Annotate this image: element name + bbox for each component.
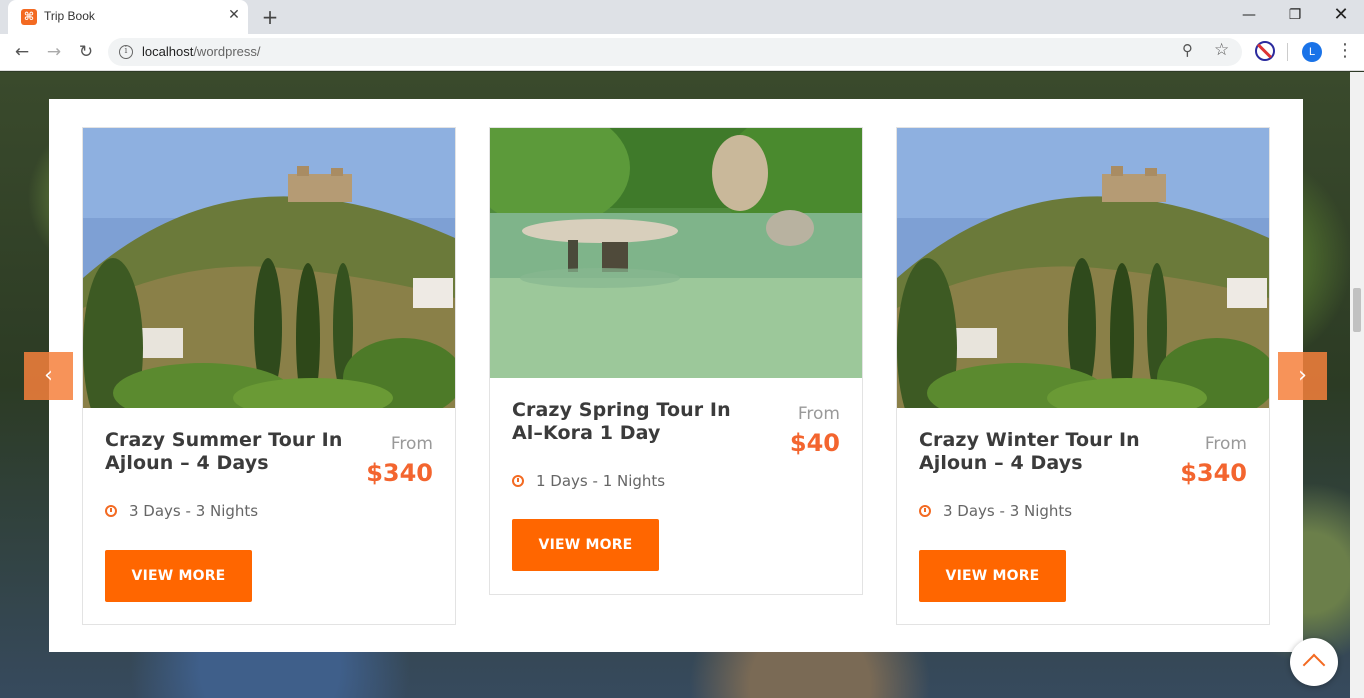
tour-card[interactable]: Crazy Winter Tour In Ajloun – 4 Days Fro… (896, 127, 1270, 625)
duration-text: 3 Days - 3 Nights (943, 502, 1073, 520)
tour-price: $340 (1180, 459, 1247, 487)
clock-icon (512, 475, 524, 487)
tour-title[interactable]: Crazy Summer Tour In Ajloun – 4 Days (105, 429, 345, 475)
new-tab-icon[interactable]: + (258, 5, 282, 29)
window-close-icon[interactable]: ✕ (1318, 0, 1364, 30)
zoom-icon[interactable]: ⚲ (1182, 41, 1193, 59)
tour-title[interactable]: Crazy Winter Tour In Ajloun – 4 Days (919, 429, 1159, 475)
browser-tabstrip: ⌘ Trip Book ✕ + — ❐ ✕ (0, 0, 1364, 34)
from-label: From (390, 434, 433, 454)
url-text[interactable]: localhost/wordpress/ (142, 44, 261, 59)
reload-icon[interactable]: ↻ (74, 40, 98, 64)
minimize-icon[interactable]: — (1226, 0, 1272, 30)
browser-toolbar: ← → ↻ i localhost/wordpress/ ⚲ ☆ L ⋮ (0, 34, 1364, 71)
address-bar[interactable]: i localhost/wordpress/ ⚲ ☆ (108, 38, 1242, 66)
scroll-to-top-button[interactable] (1290, 638, 1338, 686)
tour-card[interactable]: Crazy Spring Tour In Al–Kora 1 Day From … (489, 127, 863, 595)
clock-icon (919, 505, 931, 517)
tour-price: $340 (366, 459, 433, 487)
tour-duration: 3 Days - 3 Nights (105, 502, 258, 520)
tour-image-castle-hill[interactable] (897, 128, 1269, 408)
url-path: /wordpress/ (193, 44, 261, 59)
forward-arrow-icon[interactable]: → (42, 40, 66, 64)
view-more-button[interactable]: VIEW MORE (512, 519, 659, 571)
url-host: localhost (142, 44, 194, 59)
river-stone-table-illustration (490, 128, 862, 378)
scrollbar-thumb[interactable] (1353, 288, 1361, 332)
tour-card[interactable]: Crazy Summer Tour In Ajloun – 4 Days Fro… (82, 127, 456, 625)
from-label: From (797, 404, 840, 424)
castle-hill-illustration (897, 128, 1269, 408)
clock-icon (105, 505, 117, 517)
tour-duration: 1 Days - 1 Nights (512, 472, 665, 490)
view-more-button[interactable]: VIEW MORE (105, 550, 252, 602)
tour-image-castle-hill[interactable] (83, 128, 455, 408)
tour-title[interactable]: Crazy Spring Tour In Al–Kora 1 Day (512, 399, 752, 445)
castle-hill-illustration (83, 128, 455, 408)
info-icon[interactable]: i (119, 45, 133, 59)
view-more-button[interactable]: VIEW MORE (919, 550, 1066, 602)
restore-icon[interactable]: ❐ (1272, 0, 1318, 30)
back-arrow-icon[interactable]: ← (10, 40, 34, 64)
from-label: From (1204, 434, 1247, 454)
carousel-prev-button[interactable]: ‹ (24, 352, 73, 400)
extension-blocked-icon[interactable] (1255, 41, 1275, 61)
duration-text: 3 Days - 3 Nights (129, 502, 259, 520)
duration-text: 1 Days - 1 Nights (536, 472, 666, 490)
tour-price: $40 (789, 429, 840, 457)
tab-close-icon[interactable]: ✕ (226, 7, 242, 23)
carousel-next-button[interactable]: › (1278, 352, 1327, 400)
tour-carousel-panel: Crazy Summer Tour In Ajloun – 4 Days Fro… (49, 99, 1303, 652)
page-scrollbar[interactable] (1350, 72, 1364, 698)
menu-icon[interactable]: ⋮ (1336, 40, 1354, 61)
browser-tab[interactable]: ⌘ Trip Book ✕ (8, 0, 248, 34)
tour-duration: 3 Days - 3 Nights (919, 502, 1072, 520)
page-viewport: Crazy Summer Tour In Ajloun – 4 Days Fro… (0, 72, 1350, 698)
star-icon[interactable]: ☆ (1214, 40, 1229, 60)
xampp-favicon-icon: ⌘ (21, 9, 37, 25)
tab-title: Trip Book (44, 9, 95, 23)
toolbar-divider (1287, 43, 1288, 61)
profile-avatar[interactable]: L (1302, 42, 1322, 62)
tour-image-river-stone-table[interactable] (490, 128, 862, 378)
